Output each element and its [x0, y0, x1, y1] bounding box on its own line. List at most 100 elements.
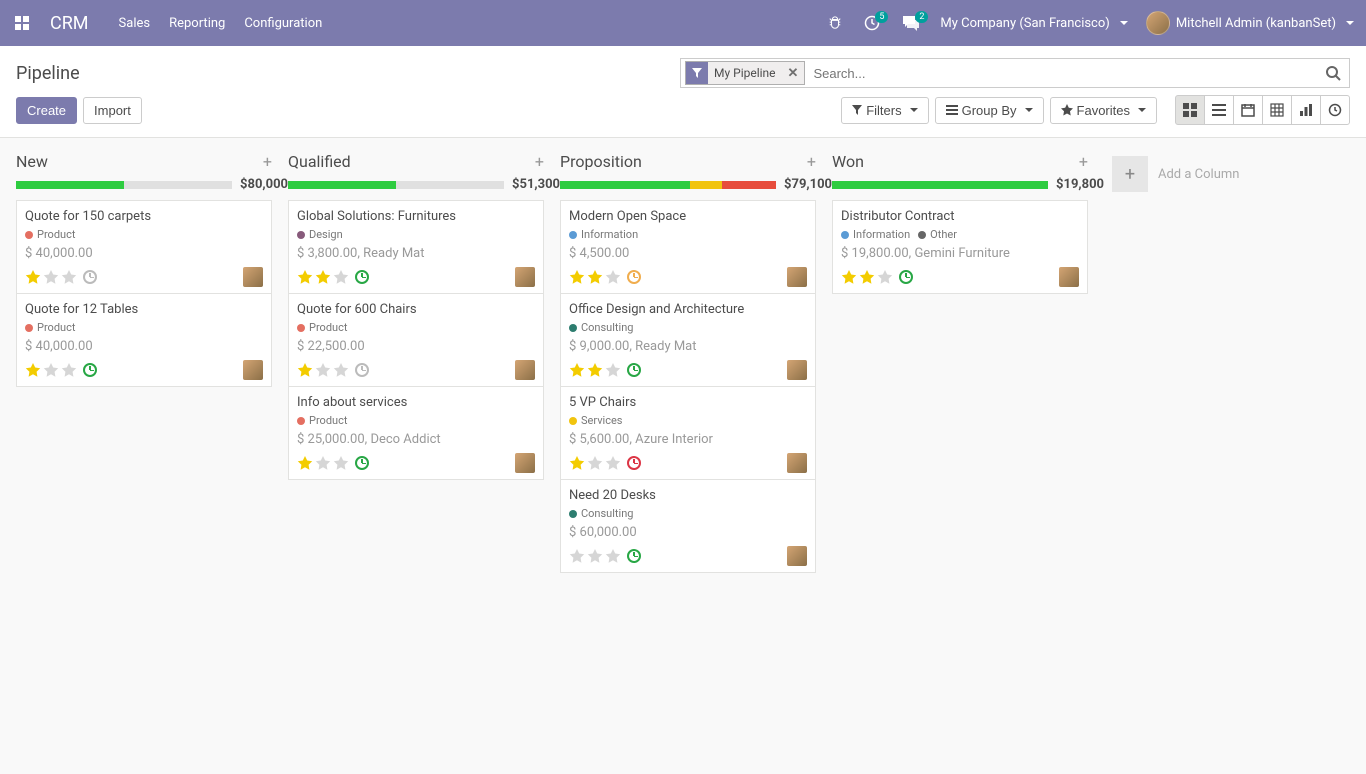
apps-icon[interactable]: [8, 9, 36, 37]
groupby-dropdown[interactable]: Group By: [935, 97, 1044, 124]
activity-clock-icon[interactable]: [83, 363, 97, 377]
add-column-button[interactable]: +: [1112, 156, 1148, 192]
star-icon[interactable]: [43, 269, 59, 285]
progress-bar[interactable]: [832, 181, 1048, 189]
activity-clock-icon[interactable]: [355, 363, 369, 377]
nav-sales[interactable]: Sales: [111, 3, 159, 44]
assignee-avatar[interactable]: [1059, 267, 1079, 287]
view-pivot[interactable]: [1262, 95, 1292, 125]
star-icon[interactable]: [587, 269, 603, 285]
import-button[interactable]: Import: [83, 97, 142, 124]
activities-icon[interactable]: 5: [858, 9, 886, 37]
kanban-card[interactable]: 5 VP Chairs Services $ 5,600.00, Azure I…: [560, 386, 816, 480]
user-menu[interactable]: Mitchell Admin (kanbanSet): [1142, 5, 1358, 41]
assignee-avatar[interactable]: [787, 546, 807, 566]
star-icon[interactable]: [61, 362, 77, 378]
star-icon[interactable]: [569, 548, 585, 564]
nav-reporting[interactable]: Reporting: [161, 3, 233, 44]
quick-create-icon[interactable]: +: [1079, 152, 1088, 171]
search-view[interactable]: My Pipeline ✕: [680, 58, 1350, 88]
star-icon[interactable]: [25, 362, 41, 378]
star-icon[interactable]: [569, 362, 585, 378]
search-input[interactable]: [805, 59, 1317, 87]
star-icon[interactable]: [297, 455, 313, 471]
star-icon[interactable]: [587, 455, 603, 471]
star-icon[interactable]: [569, 269, 585, 285]
activity-clock-icon[interactable]: [627, 549, 641, 563]
star-icon[interactable]: [841, 269, 857, 285]
column-title[interactable]: Won: [832, 152, 864, 171]
favorites-dropdown[interactable]: Favorites: [1050, 97, 1157, 124]
star-icon[interactable]: [43, 362, 59, 378]
assignee-avatar[interactable]: [515, 267, 535, 287]
activity-clock-icon[interactable]: [627, 456, 641, 470]
view-list[interactable]: [1204, 95, 1234, 125]
activity-clock-icon[interactable]: [899, 270, 913, 284]
activity-clock-icon[interactable]: [627, 363, 641, 377]
kanban-card[interactable]: Office Design and Architecture Consultin…: [560, 293, 816, 387]
star-icon[interactable]: [605, 269, 621, 285]
nav-config[interactable]: Configuration: [236, 3, 330, 44]
star-icon[interactable]: [605, 548, 621, 564]
kanban-card[interactable]: Quote for 600 Chairs Product $ 22,500.00: [288, 293, 544, 387]
assignee-avatar[interactable]: [243, 360, 263, 380]
star-icon[interactable]: [315, 269, 331, 285]
brand[interactable]: CRM: [40, 13, 107, 34]
assignee-avatar[interactable]: [787, 360, 807, 380]
assignee-avatar[interactable]: [243, 267, 263, 287]
debug-icon[interactable]: [822, 10, 848, 36]
star-icon[interactable]: [61, 269, 77, 285]
assignee-avatar[interactable]: [515, 360, 535, 380]
star-icon[interactable]: [877, 269, 893, 285]
activity-clock-icon[interactable]: [83, 270, 97, 284]
messages-icon[interactable]: 2: [896, 9, 926, 37]
star-icon[interactable]: [297, 269, 313, 285]
activity-clock-icon[interactable]: [355, 270, 369, 284]
view-activity[interactable]: [1320, 95, 1350, 125]
search-icon[interactable]: [1317, 65, 1349, 81]
assignee-avatar[interactable]: [787, 453, 807, 473]
kanban-card[interactable]: Quote for 12 Tables Product $ 40,000.00: [16, 293, 272, 387]
star-icon[interactable]: [333, 362, 349, 378]
star-icon[interactable]: [605, 455, 621, 471]
kanban-card[interactable]: Modern Open Space Information $ 4,500.00: [560, 200, 816, 294]
kanban-card[interactable]: Quote for 150 carpets Product $ 40,000.0…: [16, 200, 272, 294]
company-switcher[interactable]: My Company (San Francisco): [936, 10, 1131, 37]
kanban-card[interactable]: Global Solutions: Furnitures Design $ 3,…: [288, 200, 544, 294]
priority-stars: [569, 269, 621, 285]
view-calendar[interactable]: [1233, 95, 1263, 125]
progress-bar[interactable]: [288, 181, 504, 189]
star-icon[interactable]: [297, 362, 313, 378]
star-icon[interactable]: [333, 455, 349, 471]
star-icon[interactable]: [333, 269, 349, 285]
quick-create-icon[interactable]: +: [535, 152, 544, 171]
create-button[interactable]: Create: [16, 97, 77, 124]
view-graph[interactable]: [1291, 95, 1321, 125]
activity-clock-icon[interactable]: [355, 456, 369, 470]
progress-bar[interactable]: [560, 181, 776, 189]
star-icon[interactable]: [859, 269, 875, 285]
column-title[interactable]: Qualified: [288, 152, 351, 171]
activity-clock-icon[interactable]: [627, 270, 641, 284]
kanban-card[interactable]: Need 20 Desks Consulting $ 60,000.00: [560, 479, 816, 573]
star-icon[interactable]: [587, 362, 603, 378]
kanban-card[interactable]: Info about services Product $ 25,000.00,…: [288, 386, 544, 480]
facet-remove[interactable]: ✕: [782, 66, 805, 81]
quick-create-icon[interactable]: +: [807, 152, 816, 171]
star-icon[interactable]: [569, 455, 585, 471]
star-icon[interactable]: [605, 362, 621, 378]
view-kanban[interactable]: [1175, 95, 1205, 125]
assignee-avatar[interactable]: [787, 267, 807, 287]
star-icon[interactable]: [587, 548, 603, 564]
filters-dropdown[interactable]: Filters: [841, 97, 928, 124]
assignee-avatar[interactable]: [515, 453, 535, 473]
column-title[interactable]: New: [16, 152, 48, 171]
star-icon[interactable]: [315, 455, 331, 471]
column-title[interactable]: Proposition: [560, 152, 642, 171]
star-icon[interactable]: [25, 269, 41, 285]
quick-create-icon[interactable]: +: [263, 152, 272, 171]
kanban-card[interactable]: Distributor Contract InformationOther $ …: [832, 200, 1088, 294]
progress-bar[interactable]: [16, 181, 232, 189]
add-column-label[interactable]: Add a Column: [1158, 167, 1239, 182]
star-icon[interactable]: [315, 362, 331, 378]
